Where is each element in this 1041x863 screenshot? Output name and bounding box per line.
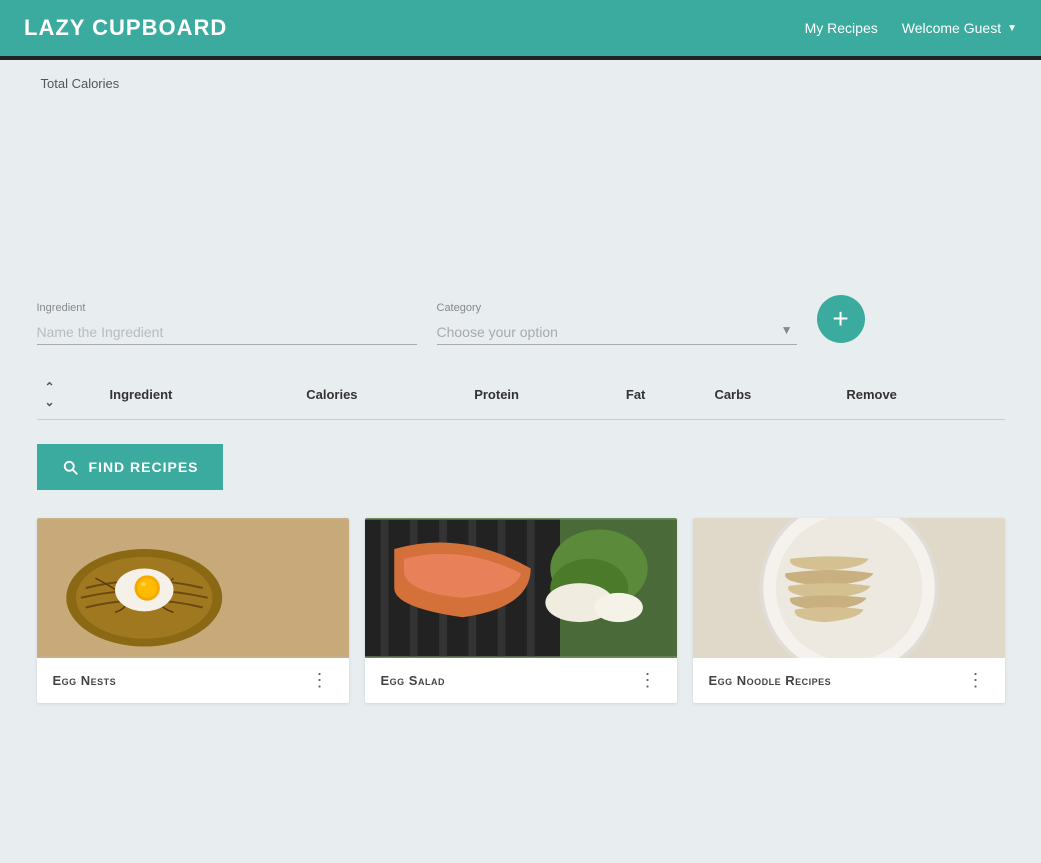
recipe-card-egg-nests-menu[interactable]: ⋮ (307, 670, 333, 691)
recipe-card-egg-nests-title: Egg Nests (53, 673, 117, 688)
table-ingredient-header: Ingredient (102, 369, 299, 420)
recipe-card-egg-salad-title: Egg Salad (381, 673, 445, 688)
welcome-label: Welcome Guest (902, 20, 1001, 36)
recipe-card-egg-nests-image (37, 518, 349, 658)
table-protein-header: Protein (466, 369, 618, 420)
main-content: Total Calories Ingredient Category Choos… (21, 60, 1021, 703)
header-nav: My Recipes Welcome Guest ▼ (805, 20, 1017, 36)
table-toggle-col: ⌃⌄ (37, 369, 102, 420)
total-calories-label: Total Calories (37, 76, 1005, 91)
user-menu[interactable]: Welcome Guest ▼ (902, 20, 1017, 36)
add-ingredient-button[interactable]: + (817, 295, 865, 343)
header: Lazy Cupboard My Recipes Welcome Guest ▼ (0, 0, 1041, 56)
my-recipes-link[interactable]: My Recipes (805, 20, 878, 36)
recipe-card-egg-noodle-footer: Egg Noodle Recipes ⋮ (693, 658, 1005, 703)
chevron-down-icon: ▼ (1007, 23, 1017, 34)
table-fat-header: Fat (618, 369, 707, 420)
ingredient-label: Ingredient (37, 302, 417, 314)
recipe-card-egg-noodle[interactable]: Egg Noodle Recipes ⋮ (693, 518, 1005, 703)
ingredient-input[interactable] (37, 320, 417, 345)
recipe-card-egg-salad-menu[interactable]: ⋮ (635, 670, 661, 691)
recipe-card-egg-nests-footer: Egg Nests ⋮ (37, 658, 349, 703)
category-label: Category (437, 302, 797, 314)
recipe-card-egg-salad[interactable]: Egg Salad ⋮ (365, 518, 677, 703)
category-form-group: Category Choose your option Vegetables F… (437, 302, 797, 345)
add-icon: + (832, 303, 848, 335)
recipe-cards-grid: Egg Nests ⋮ (37, 518, 1005, 703)
recipe-card-egg-noodle-menu[interactable]: ⋮ (963, 670, 989, 691)
table-remove-header: Remove (838, 369, 1004, 420)
category-select[interactable]: Choose your option Vegetables Fruits Mea… (437, 320, 797, 345)
toggle-icon[interactable]: ⌃⌄ (45, 380, 55, 409)
category-select-wrapper: Choose your option Vegetables Fruits Mea… (437, 320, 797, 345)
ingredient-form-group: Ingredient (37, 302, 417, 345)
recipe-card-egg-noodle-image (693, 518, 1005, 658)
search-icon (61, 458, 79, 476)
recipe-card-egg-nests[interactable]: Egg Nests ⋮ (37, 518, 349, 703)
recipe-card-egg-salad-image (365, 518, 677, 658)
recipe-card-egg-salad-footer: Egg Salad ⋮ (365, 658, 677, 703)
app-title: Lazy Cupboard (24, 15, 227, 41)
ingredient-form: Ingredient Category Choose your option V… (37, 279, 1005, 369)
ingredient-table: ⌃⌄ Ingredient Calories Protein Fat Carbs… (37, 369, 1005, 420)
recipe-card-egg-noodle-title: Egg Noodle Recipes (709, 673, 832, 688)
table-calories-header: Calories (298, 369, 466, 420)
chart-area (37, 99, 1005, 279)
table-carbs-header: Carbs (706, 369, 838, 420)
find-recipes-label: Find Recipes (89, 459, 199, 475)
find-recipes-button[interactable]: Find Recipes (37, 444, 223, 490)
